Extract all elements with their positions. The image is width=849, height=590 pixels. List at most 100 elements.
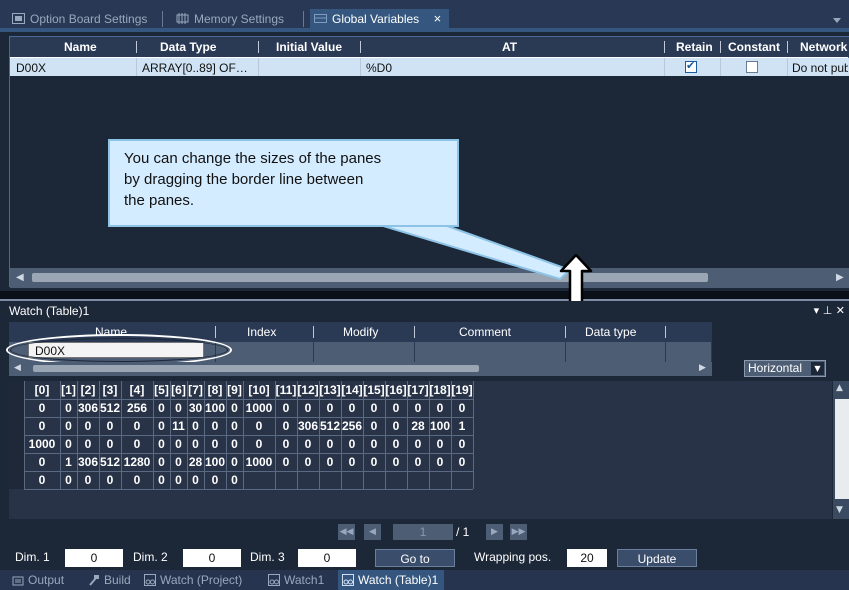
array-value-cell[interactable]: 100: [429, 417, 451, 435]
column-divider[interactable]: [215, 326, 216, 338]
column-header-retain[interactable]: Retain: [676, 40, 713, 54]
array-value-cell[interactable]: 0: [204, 435, 226, 453]
array-value-cell[interactable]: 0: [121, 435, 153, 453]
array-value-cell[interactable]: 0: [363, 417, 385, 435]
array-value-cell[interactable]: 306: [297, 417, 319, 435]
array-value-cell[interactable]: 0: [170, 435, 187, 453]
cell-extra[interactable]: [666, 342, 712, 362]
array-value-cell[interactable]: 0: [24, 471, 60, 489]
array-value-cell[interactable]: 0: [341, 399, 363, 417]
cell-comment[interactable]: [415, 342, 566, 362]
row-header[interactable]: [9, 453, 24, 471]
array-value-cell[interactable]: 0: [451, 453, 473, 471]
array-value-cell[interactable]: 512: [319, 417, 341, 435]
column-header-constant[interactable]: Constant: [728, 40, 780, 54]
column-header-index[interactable]: Index: [247, 325, 276, 339]
pane-splitter[interactable]: [0, 291, 849, 299]
array-value-cell[interactable]: [243, 471, 275, 489]
array-value-cell[interactable]: 0: [226, 471, 243, 489]
array-value-cell[interactable]: 0: [24, 417, 60, 435]
array-value-cell[interactable]: 0: [121, 417, 153, 435]
array-value-cell[interactable]: 0: [407, 435, 429, 453]
array-value-cell[interactable]: 512: [99, 399, 121, 417]
array-value-cell[interactable]: 100: [204, 399, 226, 417]
array-value-cell[interactable]: 306: [77, 399, 99, 417]
array-value-cell[interactable]: 0: [275, 399, 297, 417]
vertical-scrollbar[interactable]: ▲ ▼: [833, 381, 849, 519]
scroll-up-icon[interactable]: ▲: [836, 383, 843, 393]
array-value-cell[interactable]: 306: [77, 453, 99, 471]
array-value-cell[interactable]: 28: [407, 417, 429, 435]
array-value-cell[interactable]: 0: [275, 453, 297, 471]
array-value-cell[interactable]: 0: [385, 399, 407, 417]
array-value-cell[interactable]: 0: [319, 453, 341, 471]
column-header-at[interactable]: AT: [502, 40, 517, 54]
array-value-cell[interactable]: 0: [77, 417, 99, 435]
column-divider[interactable]: [664, 41, 665, 53]
scroll-right-icon[interactable]: ▶: [699, 363, 706, 373]
column-header-data-type[interactable]: Data type: [585, 325, 636, 339]
row-header[interactable]: [9, 471, 24, 489]
cell-data-type[interactable]: ARRAY[0..89] OF…: [142, 61, 256, 75]
array-value-cell[interactable]: 0: [99, 417, 121, 435]
array-value-cell[interactable]: 0: [24, 453, 60, 471]
column-divider[interactable]: [787, 41, 788, 53]
array-value-cell[interactable]: 0: [153, 471, 170, 489]
array-value-cell[interactable]: 256: [121, 399, 153, 417]
array-value-cell[interactable]: 0: [226, 399, 243, 417]
tab-watch1[interactable]: Watch1: [264, 570, 324, 590]
array-value-cell[interactable]: 0: [99, 435, 121, 453]
array-value-cell[interactable]: 0: [275, 417, 297, 435]
scroll-left-icon[interactable]: ◀: [14, 363, 21, 373]
array-value-cell[interactable]: 0: [429, 399, 451, 417]
array-value-cell[interactable]: [275, 471, 297, 489]
cell-data-type[interactable]: [566, 342, 666, 362]
array-value-cell[interactable]: 0: [60, 435, 77, 453]
array-value-cell[interactable]: 0: [170, 471, 187, 489]
wrapping-position-input[interactable]: 20: [567, 549, 607, 567]
array-value-cell[interactable]: 11: [170, 417, 187, 435]
tab-watch-table1[interactable]: Watch (Table)1: [338, 570, 445, 590]
array-value-cell[interactable]: [363, 471, 385, 489]
array-value-cell[interactable]: 0: [319, 399, 341, 417]
array-value-cell[interactable]: 1: [60, 453, 77, 471]
array-value-cell[interactable]: 0: [153, 417, 170, 435]
cell-modify[interactable]: [314, 342, 415, 362]
array-value-cell[interactable]: 0: [451, 435, 473, 453]
array-value-cell[interactable]: 0: [204, 417, 226, 435]
array-value-cell[interactable]: [451, 471, 473, 489]
array-value-cell[interactable]: 0: [121, 471, 153, 489]
scroll-left-icon[interactable]: ◀: [16, 272, 24, 283]
scrollbar-thumb[interactable]: [32, 273, 708, 282]
close-icon[interactable]: ×: [434, 9, 442, 29]
retain-checkbox[interactable]: [685, 59, 697, 73]
array-value-cell[interactable]: 0: [451, 399, 473, 417]
row-header[interactable]: [9, 435, 24, 453]
array-value-cell[interactable]: 0: [153, 399, 170, 417]
array-value-cell[interactable]: 0: [429, 435, 451, 453]
tab-menu-chevron-icon[interactable]: [833, 18, 841, 23]
column-header-data-type[interactable]: Data Type: [160, 40, 216, 54]
tab-option-board-settings[interactable]: Option Board Settings: [8, 9, 158, 29]
array-value-cell[interactable]: 512: [99, 453, 121, 471]
scroll-right-icon[interactable]: ▶: [836, 272, 844, 283]
scroll-down-icon[interactable]: ▼: [836, 505, 843, 515]
tab-output[interactable]: Output: [8, 570, 64, 590]
dim3-input[interactable]: 0: [298, 549, 356, 567]
array-value-cell[interactable]: [341, 471, 363, 489]
column-divider[interactable]: [313, 326, 314, 338]
orientation-select[interactable]: Horizontal ▼: [744, 360, 826, 377]
array-value-cell[interactable]: 0: [153, 453, 170, 471]
array-value-cell[interactable]: 0: [385, 417, 407, 435]
array-value-cell[interactable]: 0: [204, 471, 226, 489]
column-divider[interactable]: [136, 41, 137, 53]
array-value-cell[interactable]: 100: [204, 453, 226, 471]
array-value-cell[interactable]: 0: [407, 399, 429, 417]
array-value-cell[interactable]: 0: [226, 453, 243, 471]
array-value-cell[interactable]: 0: [226, 435, 243, 453]
watch-horizontal-scrollbar[interactable]: ◀ ▶: [9, 362, 712, 376]
scrollbar-thumb[interactable]: [33, 365, 479, 372]
array-value-cell[interactable]: 0: [187, 417, 204, 435]
array-value-cell[interactable]: 0: [363, 435, 385, 453]
dim2-input[interactable]: 0: [183, 549, 241, 567]
